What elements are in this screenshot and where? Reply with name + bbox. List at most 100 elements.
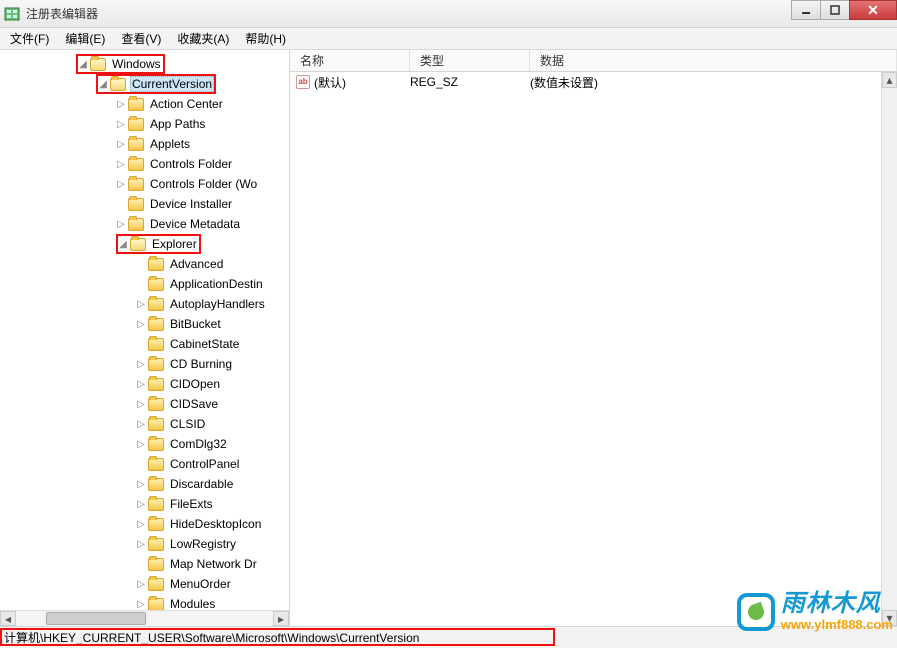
expander-icon[interactable]: ▷ — [136, 439, 146, 450]
expander-icon[interactable]: ◢ — [118, 239, 128, 250]
expander-icon[interactable]: ▷ — [116, 159, 126, 170]
tree-node-cabinet-state[interactable]: ▷CabinetState — [0, 334, 289, 354]
scroll-down-icon[interactable]: ▾ — [882, 610, 897, 626]
tree-label: BitBucket — [168, 316, 223, 332]
menu-file[interactable]: 文件(F) — [2, 28, 57, 49]
expander-icon[interactable]: ▷ — [136, 359, 146, 370]
scroll-right-icon[interactable]: ▸ — [273, 611, 289, 626]
scroll-track[interactable] — [882, 88, 897, 610]
folder-icon — [148, 278, 164, 291]
menu-help[interactable]: 帮助(H) — [237, 28, 294, 49]
folder-icon — [148, 578, 164, 591]
tree-node-autoplay-handlers[interactable]: ▷AutoplayHandlers — [0, 294, 289, 314]
minimize-button[interactable] — [791, 0, 821, 20]
tree-pane: ◢ Windows ◢ CurrentVersion ▷Action Cente… — [0, 50, 290, 626]
tree-label: ControlPanel — [168, 456, 241, 472]
tree-node-currentversion[interactable]: ◢ CurrentVersion — [0, 74, 289, 94]
tree-node-modules[interactable]: ▷Modules — [0, 594, 289, 610]
menu-favorites[interactable]: 收藏夹(A) — [169, 28, 237, 49]
tree-label: CLSID — [168, 416, 207, 432]
expander-icon[interactable]: ▷ — [136, 499, 146, 510]
expander-icon[interactable]: ▷ — [116, 219, 126, 230]
scroll-up-icon[interactable]: ▴ — [882, 72, 897, 88]
folder-icon — [148, 498, 164, 511]
value-name: (默认) — [314, 74, 346, 91]
tree-label: Device Installer — [148, 196, 234, 212]
tree-node-device-installer[interactable]: ▷Device Installer — [0, 194, 289, 214]
menu-edit[interactable]: 编辑(E) — [57, 28, 113, 49]
main-split: ◢ Windows ◢ CurrentVersion ▷Action Cente… — [0, 50, 897, 626]
tree-node-lowregistry[interactable]: ▷LowRegistry — [0, 534, 289, 554]
expander-icon[interactable]: ▷ — [136, 299, 146, 310]
expander-icon[interactable]: ▷ — [136, 539, 146, 550]
column-type[interactable]: 类型 — [410, 50, 530, 71]
list-vertical-scrollbar[interactable]: ▴ ▾ — [881, 72, 897, 626]
expander-icon[interactable]: ▷ — [136, 319, 146, 330]
folder-icon — [130, 238, 146, 251]
tree-node-discardable[interactable]: ▷Discardable — [0, 474, 289, 494]
expander-icon[interactable]: ◢ — [78, 59, 88, 70]
close-button[interactable]: ✕ — [849, 0, 897, 20]
column-headers: 名称 类型 数据 — [290, 50, 897, 72]
expander-icon[interactable]: ▷ — [136, 579, 146, 590]
expander-icon[interactable]: ▷ — [136, 379, 146, 390]
list-row[interactable]: ab (默认) REG_SZ (数值未设置) — [290, 72, 897, 92]
expander-icon[interactable]: ▷ — [116, 99, 126, 110]
string-value-icon: ab — [296, 75, 310, 89]
tree-node-explorer[interactable]: ◢ Explorer — [0, 234, 289, 254]
expander-icon[interactable]: ◢ — [98, 79, 108, 90]
menu-view[interactable]: 查看(V) — [113, 28, 169, 49]
scroll-left-icon[interactable]: ◂ — [0, 611, 16, 626]
tree-node-device-metadata[interactable]: ▷Device Metadata — [0, 214, 289, 234]
tree-label: HideDesktopIcon — [168, 516, 263, 532]
folder-icon — [148, 418, 164, 431]
expander-icon[interactable]: ▷ — [136, 419, 146, 430]
expander-icon[interactable]: ▷ — [136, 479, 146, 490]
tree-node-cidsave[interactable]: ▷ CIDSave — [0, 394, 289, 414]
tree-node-clsid[interactable]: ▷ CLSID — [0, 414, 289, 434]
tree-node-controls-folder-wo[interactable]: ▷Controls Folder (Wo — [0, 174, 289, 194]
tree-node-action-center[interactable]: ▷Action Center — [0, 94, 289, 114]
tree-node-comdlg32[interactable]: ▷ComDlg32 — [0, 434, 289, 454]
tree-node-app-paths[interactable]: ▷App Paths — [0, 114, 289, 134]
column-name[interactable]: 名称 — [290, 50, 410, 71]
expander-icon[interactable]: ▷ — [136, 519, 146, 530]
tree-node-cd-burning[interactable]: ▷ CD Burning — [0, 354, 289, 374]
titlebar: 注册表编辑器 ✕ — [0, 0, 897, 28]
tree-node-controls-folder[interactable]: ▷Controls Folder — [0, 154, 289, 174]
tree-node-map-network-dr[interactable]: ▷Map Network Dr — [0, 554, 289, 574]
statusbar-path: 计算机\HKEY_CURRENT_USER\Software\Microsoft… — [4, 629, 419, 646]
scroll-thumb[interactable] — [46, 612, 146, 625]
expander-icon[interactable]: ▷ — [116, 179, 126, 190]
expander-icon[interactable]: ▷ — [116, 139, 126, 150]
cell-type: REG_SZ — [410, 75, 530, 89]
tree-node-application-destin[interactable]: ▷ApplicationDestin — [0, 274, 289, 294]
folder-icon — [128, 98, 144, 111]
tree-node-bitbucket[interactable]: ▷ BitBucket — [0, 314, 289, 334]
column-data[interactable]: 数据 — [530, 50, 897, 71]
cell-name: ab (默认) — [296, 74, 410, 91]
tree-node-windows[interactable]: ◢ Windows — [0, 54, 289, 74]
maximize-button[interactable] — [820, 0, 850, 20]
tree-horizontal-scrollbar[interactable]: ◂ ▸ — [0, 610, 289, 626]
tree-label: CD Burning — [168, 356, 234, 372]
tree-scroll[interactable]: ◢ Windows ◢ CurrentVersion ▷Action Cente… — [0, 50, 289, 610]
tree-node-cidopen[interactable]: ▷CIDOpen — [0, 374, 289, 394]
tree-node-applets[interactable]: ▷Applets — [0, 134, 289, 154]
folder-icon — [148, 598, 164, 611]
folder-icon — [148, 298, 164, 311]
scroll-track[interactable] — [16, 611, 273, 626]
folder-icon — [148, 318, 164, 331]
regedit-icon — [4, 6, 20, 22]
expander-icon[interactable]: ▷ — [136, 599, 146, 610]
tree-node-controlpanel[interactable]: ▷ControlPanel — [0, 454, 289, 474]
tree-node-hidedesktopicon[interactable]: ▷ HideDesktopIcon — [0, 514, 289, 534]
tree-node-fileexts[interactable]: ▷FileExts — [0, 494, 289, 514]
folder-icon — [148, 538, 164, 551]
tree-label: CIDSave — [168, 396, 220, 412]
tree-node-advanced[interactable]: ▷Advanced — [0, 254, 289, 274]
folder-icon — [148, 398, 164, 411]
tree-node-menuorder[interactable]: ▷MenuOrder — [0, 574, 289, 594]
expander-icon[interactable]: ▷ — [136, 399, 146, 410]
expander-icon[interactable]: ▷ — [116, 119, 126, 130]
